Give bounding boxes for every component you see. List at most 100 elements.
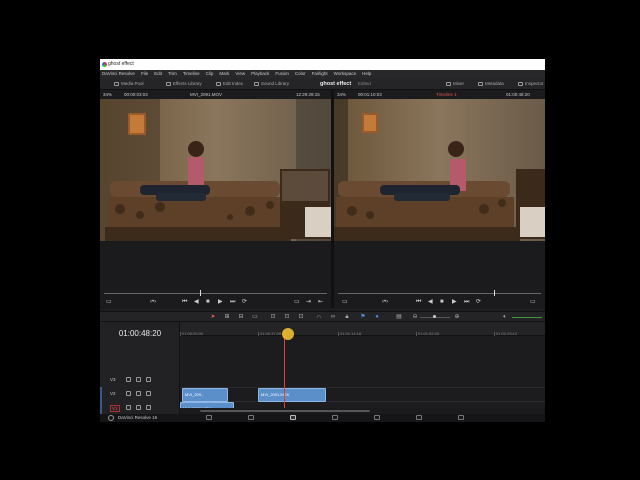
source-clip-name[interactable]: MVI_2091.MOV (190, 90, 222, 99)
source-reverse-icon[interactable]: ◀ (194, 299, 199, 305)
position-lock-icon[interactable]: 🔒︎ (344, 314, 350, 320)
menu-item-fusion[interactable]: Fusion (275, 70, 289, 78)
project-name: ghost effect (320, 81, 352, 87)
menu-item-file[interactable]: File (141, 70, 148, 78)
timeline-view-options-icon[interactable]: ▭ (342, 299, 348, 305)
resolve-home-icon[interactable] (108, 415, 114, 421)
ruler-mark (494, 332, 495, 336)
page-media-icon[interactable] (206, 415, 212, 420)
timeline-name[interactable]: Timeline 1 (436, 90, 457, 99)
source-zoom[interactable]: 34% (103, 90, 112, 99)
timeline-reverse-icon[interactable]: ◀ (428, 299, 433, 305)
blade-tool-icon[interactable]: ▭ (252, 314, 258, 320)
mixer-button[interactable]: Mixer (446, 78, 464, 90)
track-patch[interactable] (100, 387, 102, 401)
timeline-viewer-zoom[interactable]: 34% (337, 90, 346, 99)
zoom-in-icon[interactable]: ⊕ (454, 314, 460, 320)
timeline-playhead[interactable] (284, 332, 285, 414)
ruler-tick-label: 01:02:29:12 (496, 331, 518, 336)
volume-icon[interactable]: 🔈︎ (502, 314, 508, 320)
volume-slider[interactable] (512, 317, 542, 318)
page-edit-icon[interactable] (290, 415, 296, 420)
menu-item-davinci[interactable]: DaVinci Resolve (102, 70, 135, 78)
edit-index-icon (216, 82, 221, 86)
page-color-icon[interactable] (374, 415, 380, 420)
page-cut-icon[interactable] (248, 415, 254, 420)
replace-clip-icon[interactable]: ⊡ (298, 314, 304, 320)
menu-item-workspace[interactable]: Workspace (334, 70, 356, 78)
menu-item-edit[interactable]: Edit (154, 70, 162, 78)
track-visibility-icon[interactable] (146, 377, 151, 382)
dynamic-trim-icon[interactable]: ⊟ (238, 314, 244, 320)
inspector-label: Inspector (525, 81, 544, 86)
sound-library-button[interactable]: Sound Library (254, 78, 289, 90)
track-lock-icon[interactable] (126, 405, 131, 410)
page-fusion-icon[interactable] (332, 415, 338, 420)
linked-selection-icon[interactable]: ∞ (330, 314, 336, 320)
effects-library-button[interactable]: Effects Library (166, 78, 202, 90)
timeline-clip-v2-a[interactable]: MVI_209... (182, 388, 228, 402)
timeline-fullscreen-icon[interactable]: ▭ (530, 299, 536, 305)
track-lock-icon[interactable] (126, 377, 131, 382)
ruler-tick-label: 01:01:52:03 (418, 331, 440, 336)
source-mark-out-icon[interactable]: ⇤ (318, 299, 323, 305)
timeline-loop-icon[interactable]: ⟳ (476, 299, 481, 305)
menu-item-clip[interactable]: Clip (206, 70, 214, 78)
ruler-tick-label: 01:00:37:09 (260, 331, 282, 336)
menu-item-help[interactable]: Help (362, 70, 371, 78)
menu-item-playback[interactable]: Playback (251, 70, 269, 78)
effects-library-label: Effects Library (173, 81, 202, 86)
menu-item-view[interactable]: View (235, 70, 245, 78)
timeline-stop-icon[interactable]: ■ (440, 299, 444, 305)
menu-item-mark[interactable]: Mark (219, 70, 229, 78)
track-autoselect-icon[interactable] (136, 377, 141, 382)
inspector-icon (518, 82, 523, 86)
timeline-viewer[interactable] (334, 99, 545, 289)
marker-icon[interactable]: ● (374, 314, 380, 320)
page-deliver-icon[interactable] (458, 415, 464, 420)
menu-item-timeline[interactable]: Timeline (183, 70, 200, 78)
metadata-button[interactable]: Metadata (478, 78, 504, 90)
timeline-jog-icon[interactable]: ‹•› (382, 299, 388, 305)
page-fairlight-icon[interactable] (416, 415, 422, 420)
source-in-out-icon[interactable]: ▭ (294, 299, 300, 305)
viewer-divider[interactable] (331, 90, 334, 308)
source-mark-in-icon[interactable]: ⇥ (306, 299, 311, 305)
track-autoselect-icon[interactable] (136, 391, 141, 396)
source-play-icon[interactable]: ▶ (218, 299, 223, 305)
timeline-last-frame-icon[interactable]: ⏭ (464, 299, 469, 305)
menu-item-color[interactable]: Color (295, 70, 306, 78)
source-jog-icon[interactable]: ‹•› (150, 299, 156, 305)
zoom-out-icon[interactable]: ⊖ (412, 314, 418, 320)
scrollbar-thumb[interactable] (200, 410, 370, 412)
source-view-options-icon[interactable]: ▭ (106, 299, 112, 305)
timeline-first-frame-icon[interactable]: ⏮ (416, 299, 421, 305)
timeline-clip-v2-b[interactable]: MVI_2091.MOV (258, 388, 326, 402)
source-first-frame-icon[interactable]: ⏮ (182, 299, 187, 305)
edit-index-button[interactable]: Edit Index (216, 78, 243, 90)
source-stop-icon[interactable]: ■ (206, 299, 210, 305)
timeline-area[interactable]: 01:00:00:00 01:00:37:09 01:01:14:18 01:0… (180, 322, 545, 414)
snapping-icon[interactable]: ∩ (316, 314, 322, 320)
menu-item-fairlight[interactable]: Fairlight (312, 70, 328, 78)
media-pool-button[interactable]: Media Pool (114, 78, 144, 90)
overwrite-clip-icon[interactable]: ⊡ (284, 314, 290, 320)
track-autoselect-icon[interactable] (136, 405, 141, 410)
source-viewer[interactable] (100, 99, 331, 289)
track-visibility-icon[interactable] (146, 405, 151, 410)
inspector-button[interactable]: Inspector (518, 78, 544, 90)
track-lock-icon[interactable] (126, 391, 131, 396)
source-loop-icon[interactable]: ⟳ (242, 299, 247, 305)
flag-icon[interactable]: ⚑ (360, 314, 366, 320)
source-last-frame-icon[interactable]: ⏭ (230, 299, 235, 305)
selection-tool-icon[interactable]: ➤ (210, 314, 216, 320)
track-visibility-icon[interactable] (146, 391, 151, 396)
zoom-slider-handle[interactable] (433, 315, 436, 318)
menu-item-trim[interactable]: Trim (168, 70, 177, 78)
trim-tool-icon[interactable]: ⊞ (224, 314, 230, 320)
timeline-ruler[interactable]: 01:00:00:00 01:00:37:09 01:01:14:18 01:0… (180, 322, 545, 336)
insert-clip-icon[interactable]: ⊡ (270, 314, 276, 320)
timeline-view-icon[interactable]: ▤ (396, 314, 402, 320)
source-clip-timecode: 12:29:28:15 (296, 92, 320, 97)
timeline-play-icon[interactable]: ▶ (452, 299, 457, 305)
